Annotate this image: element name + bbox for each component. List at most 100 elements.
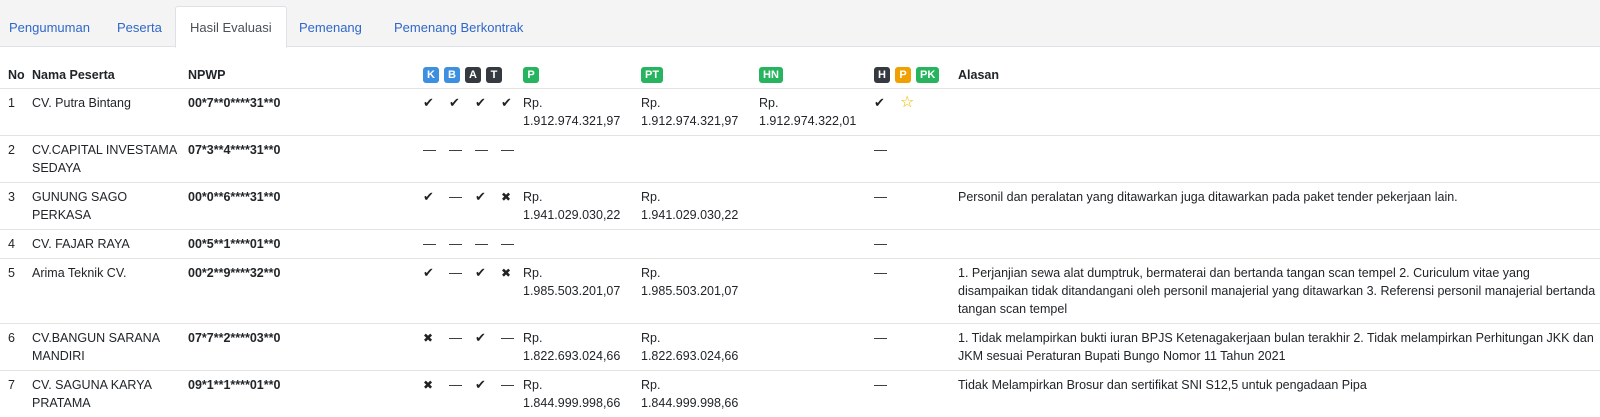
row-no: 7 [8,377,15,392]
row-no: 5 [8,265,15,280]
dash-icon: — [475,235,488,251]
cross-icon: ✖ [423,377,434,392]
row-result-marks: — [874,135,958,182]
row-npwp: 00*7**0****31**0 [188,95,281,110]
row-nama-peserta: GUNUNG SAGO PERKASA [32,189,128,222]
row-pt-value [641,135,759,182]
currency-label: Rp. [523,265,543,280]
row-npwp: 07*7**2****03**0 [188,330,281,345]
badge-b: B [444,66,460,83]
row-nama-peserta: CV. FAJAR RAYA [32,236,130,251]
table-row: 4 CV. FAJAR RAYA 00*5**1****01**0 — — — — — [0,229,1600,258]
row-result-marks: ✔ ☆ [874,88,958,135]
amount-value: 1.912.974.321,97 [523,113,621,128]
dash-icon: — [449,329,462,345]
row-no: 3 [8,189,15,204]
amount-value: 1.822.693.024,66 [523,348,621,363]
dash-icon: — [501,141,514,157]
row-p-value: Rp. 1.985.503.201,07 [523,258,641,323]
amount-value: 1.844.999.998,66 [523,395,621,410]
currency-label: Rp. [641,377,661,392]
row-alasan: Tidak Melampirkan Brosur dan sertifikat … [958,377,1367,392]
row-pt-value: Rp. 1.822.693.024,66 [641,323,759,370]
header-no: No [8,67,25,82]
check-icon: ✔ [475,94,486,110]
check-icon: ✔ [423,94,434,110]
currency-label: Rp. [523,95,543,110]
badge-p: P [523,66,539,83]
dash-icon: — [423,141,436,157]
amount-value: 1.912.974.322,01 [759,113,857,128]
row-p-value: Rp. 1.822.693.024,66 [523,323,641,370]
row-nama-peserta: CV.BANGUN SARANA MANDIRI [32,330,160,363]
row-alasan [958,229,1600,258]
row-result-marks: — [874,370,958,417]
row-npwp: 07*3**4****31**0 [188,142,281,157]
row-hn-value [759,135,874,182]
row-no: 1 [8,95,15,110]
table-row: 2 CV.CAPITAL INVESTAMA SEDAYA 07*3**4****3… [0,135,1600,182]
row-evaluation-marks: ✔ — ✔ ✖ [423,182,523,229]
badge-pk: PK [916,66,940,83]
table-row: 5 Arima Teknik CV. 00*2**9****32**0 ✔ — ✔ ✖ Rp.… [0,258,1600,323]
dash-icon: — [449,376,462,392]
row-p-value [523,135,641,182]
amount-value: 1.985.503.201,07 [523,283,621,298]
row-no: 4 [8,236,15,251]
header-alasan: Alasan [958,67,999,82]
header-kbat: KBAT [423,62,523,88]
row-evaluation-marks: — — — — [423,229,523,258]
dash-icon: — [449,235,462,251]
badge-hn: HN [759,66,783,83]
amount-value: 1.941.029.030,22 [523,207,621,222]
header-nama-peserta: Nama Peserta [32,67,115,82]
row-alasan: 1. Tidak melampirkan bukti iuran BPJS Ke… [958,330,1594,363]
currency-label: Rp. [523,377,543,392]
table-row: 3 GUNUNG SAGO PERKASA 00*0**6****31**0 ✔ — ✔ ✖… [0,182,1600,229]
header-hn: HN [759,62,874,88]
row-pt-value: Rp. 1.941.029.030,22 [641,182,759,229]
dash-icon: — [874,376,887,392]
tab-peserta[interactable]: Peserta [102,6,177,47]
dash-icon: — [874,264,887,280]
row-pt-value [641,229,759,258]
row-alasan: Personil dan peralatan yang ditawarkan j… [958,189,1458,204]
tab-hasil-evaluasi[interactable]: Hasil Evaluasi [175,6,287,48]
row-pt-value: Rp. 1.844.999.998,66 [641,370,759,417]
row-hn-value [759,370,874,417]
row-hn-value: Rp. 1.912.974.322,01 [759,88,874,135]
winner-star-icon: ☆ [900,93,915,111]
row-pt-value: Rp. 1.912.974.321,97 [641,88,759,135]
badge-p-winner: P [895,66,911,83]
row-p-value: Rp. 1.941.029.030,22 [523,182,641,229]
dash-icon: — [423,235,436,251]
cross-icon: ✖ [423,330,434,345]
table-body: 1 CV. Putra Bintang 00*7**0****31**0 ✔ ✔ ✔ ✔ Rp… [0,88,1600,417]
dash-icon: — [874,329,887,345]
row-result-marks: — [874,229,958,258]
dash-icon: — [874,141,887,157]
dash-icon: — [449,264,462,280]
check-icon: ✔ [475,329,486,345]
row-npwp: 00*2**9****32**0 [188,265,281,280]
currency-label: Rp. [523,330,543,345]
header-p: P [523,62,641,88]
amount-value: 1.844.999.998,66 [641,395,739,410]
row-hn-value [759,258,874,323]
row-nama-peserta: CV. SAGUNA KARYA PRATAMA [32,377,152,410]
tab-pemenang-berkontrak[interactable]: Pemenang Berkontrak [379,6,538,47]
table-row: 6 CV.BANGUN SARANA MANDIRI 07*7**2****03**… [0,323,1600,370]
amount-value: 1.985.503.201,07 [641,283,739,298]
header-npwp: NPWP [188,67,226,82]
badge-pt: PT [641,66,664,83]
currency-label: Rp. [759,95,779,110]
row-no: 2 [8,142,15,157]
badge-a: A [465,66,481,83]
row-p-value: Rp. 1.912.974.321,97 [523,88,641,135]
header-pt: PT [641,62,759,88]
row-nama-peserta: Arima Teknik CV. [32,265,127,280]
row-nama-peserta: CV. Putra Bintang [32,95,131,110]
tab-pemenang[interactable]: Pemenang [284,6,377,47]
tab-pengumuman[interactable]: Pengumuman [0,6,105,47]
currency-label: Rp. [641,265,661,280]
